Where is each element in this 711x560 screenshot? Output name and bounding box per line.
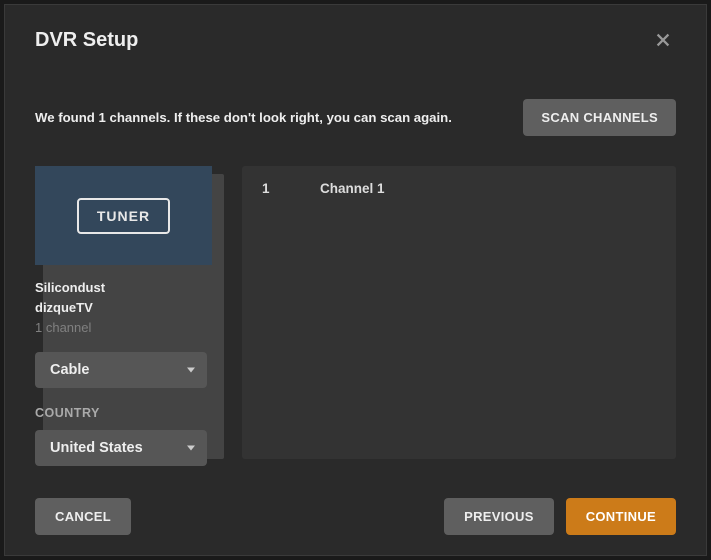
- tuner-card[interactable]: TUNER: [35, 166, 212, 265]
- footer-right: PREVIOUS CONTINUE: [444, 498, 676, 535]
- chevron-down-icon: [187, 368, 195, 373]
- country-select-wrapper: United States: [35, 430, 216, 466]
- country-value: United States: [50, 440, 143, 456]
- channel-row[interactable]: 1 Channel 1: [242, 166, 676, 211]
- modal-footer: CANCEL PREVIOUS CONTINUE: [5, 478, 706, 555]
- signal-select-wrapper: Cable: [35, 352, 216, 388]
- continue-button[interactable]: CONTINUE: [566, 498, 676, 535]
- tuner-panel: TUNER Silicondust dizqueTV 1 channel Cab…: [35, 166, 216, 478]
- info-row: We found 1 channels. If these don't look…: [35, 99, 676, 136]
- scan-channels-button[interactable]: SCAN CHANNELS: [523, 99, 676, 136]
- tuner-info: Silicondust dizqueTV 1 channel: [35, 278, 216, 338]
- signal-type-select[interactable]: Cable: [35, 352, 207, 388]
- modal-header: DVR Setup: [5, 5, 706, 53]
- previous-button[interactable]: PREVIOUS: [444, 498, 554, 535]
- tuner-name: dizqueTV: [35, 298, 216, 318]
- tuner-channel-count: 1 channel: [35, 318, 216, 338]
- country-select[interactable]: United States: [35, 430, 207, 466]
- content-row: TUNER Silicondust dizqueTV 1 channel Cab…: [35, 166, 676, 478]
- channel-number: 1: [262, 181, 320, 196]
- close-button[interactable]: [650, 27, 676, 53]
- channel-list: 1 Channel 1: [242, 166, 676, 459]
- chevron-down-icon: [187, 446, 195, 451]
- channel-name: Channel 1: [320, 181, 656, 196]
- cancel-button[interactable]: CANCEL: [35, 498, 131, 535]
- modal-title: DVR Setup: [35, 29, 138, 52]
- dvr-setup-modal: DVR Setup We found 1 channels. If these …: [4, 4, 707, 556]
- tuner-brand: Silicondust: [35, 278, 216, 298]
- signal-type-value: Cable: [50, 362, 90, 378]
- modal-body: We found 1 channels. If these don't look…: [5, 53, 706, 478]
- close-icon: [654, 31, 672, 49]
- channels-found-text: We found 1 channels. If these don't look…: [35, 110, 452, 125]
- country-label: COUNTRY: [35, 406, 216, 420]
- tuner-badge: TUNER: [77, 198, 170, 234]
